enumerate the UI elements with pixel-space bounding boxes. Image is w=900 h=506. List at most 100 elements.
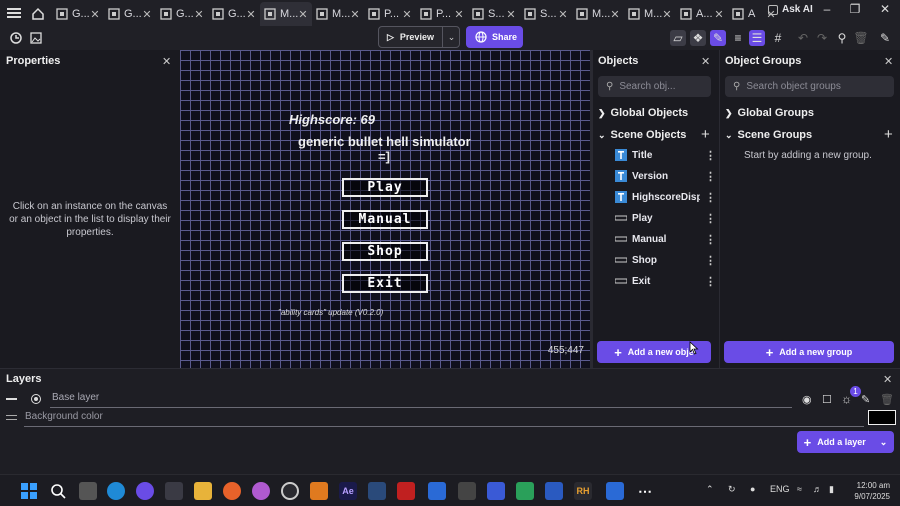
edit-pencil-icon[interactable]: ✎ — [710, 30, 726, 46]
epic-icon[interactable] — [458, 482, 476, 500]
editor-tab[interactable]: M... ✕ — [312, 2, 364, 26]
editor-tab[interactable]: P... ✕ — [416, 2, 468, 26]
scene-events-icon[interactable] — [8, 30, 24, 46]
share-button[interactable]: Share — [466, 26, 523, 48]
object-list-item[interactable]: HighscoreDisp... ⋮ — [615, 188, 716, 206]
object-list-item[interactable]: Version ⋮ — [615, 167, 716, 185]
rh-app-icon[interactable]: RH — [574, 482, 592, 500]
tray-mic-icon[interactable]: ● — [750, 484, 755, 494]
editor-tab[interactable]: S... ✕ — [520, 2, 572, 26]
close-tab-icon[interactable]: ✕ — [506, 8, 516, 21]
windows-start-icon[interactable] — [20, 482, 38, 500]
close-tab-icon[interactable]: ✕ — [558, 8, 568, 21]
close-tab-icon[interactable]: ✕ — [194, 8, 204, 21]
objects-search[interactable]: ⚲ — [598, 76, 711, 97]
edit-layer-icon[interactable]: ✎ — [861, 393, 870, 406]
tray-chevron-up-icon[interactable]: ⌃ — [706, 484, 714, 495]
more-options-icon[interactable]: ⋮ — [705, 233, 716, 246]
firefox-icon[interactable] — [223, 482, 241, 500]
object-list-item[interactable]: Title ⋮ — [615, 146, 716, 164]
close-tab-icon[interactable]: ✕ — [350, 8, 360, 21]
app-blue-icon[interactable] — [487, 482, 505, 500]
close-tab-icon[interactable]: ✕ — [662, 8, 672, 21]
groups-search[interactable]: ⚲ — [725, 76, 894, 97]
tray-sync-icon[interactable]: ↻ — [728, 484, 736, 495]
close-tab-icon[interactable]: ✕ — [610, 8, 620, 21]
global-objects-section[interactable]: ❯ Global Objects — [598, 107, 688, 119]
zoom-icon[interactable]: ⚲ — [834, 30, 850, 46]
more-apps-icon[interactable]: ⋯ — [636, 482, 654, 500]
gradient-app-icon[interactable] — [252, 482, 270, 500]
grid-icon[interactable]: # — [770, 30, 786, 46]
objects-search-input[interactable] — [619, 81, 711, 92]
global-groups-section[interactable]: ❯ Global Groups — [725, 107, 814, 119]
preview-options-dropdown[interactable]: ⌄ — [442, 26, 460, 48]
vscode-icon[interactable] — [428, 482, 446, 500]
object-list-item[interactable]: Exit ⋮ — [615, 272, 716, 290]
editor-tab[interactable]: S... ✕ — [468, 2, 520, 26]
list-icon[interactable]: ≡ — [730, 30, 746, 46]
editor-tab[interactable]: M... ✕ — [572, 2, 624, 26]
close-tab-icon[interactable]: ✕ — [454, 8, 464, 21]
minimize-window-icon[interactable]: – — [816, 2, 838, 16]
close-groups-icon[interactable]: ✕ — [884, 55, 893, 68]
editor-tab[interactable]: M... ✕ — [624, 2, 676, 26]
wifi-icon[interactable]: ≈ — [797, 484, 802, 494]
volume-icon[interactable]: ♬ — [813, 484, 822, 494]
ask-ai-button[interactable]: Ask AI — [768, 4, 813, 15]
scene-objects-section[interactable]: ⌄ Scene Objects — [598, 129, 686, 141]
grid-app-icon[interactable] — [516, 482, 534, 500]
groups-search-input[interactable] — [746, 81, 894, 92]
close-tab-icon[interactable]: ✕ — [142, 8, 152, 21]
settings-cube-icon[interactable]: ❖ — [690, 30, 706, 46]
clock[interactable]: 12:00 am 9/07/2025 — [850, 480, 890, 502]
more-options-icon[interactable]: ⋮ — [705, 275, 716, 288]
add-new-group-button[interactable]: + Add a new group — [724, 341, 894, 363]
object-list-item[interactable]: Play ⋮ — [615, 209, 716, 227]
home-icon[interactable] — [31, 7, 45, 21]
close-tab-icon[interactable]: ✕ — [246, 8, 256, 21]
eye-icon[interactable]: ◉ — [802, 393, 812, 406]
redo-icon[interactable]: ↷ — [814, 30, 830, 46]
restore-window-icon[interactable]: ❐ — [844, 2, 866, 16]
delete-layer-icon[interactable]: 🗑 — [880, 393, 894, 406]
close-tab-icon[interactable]: ✕ — [298, 8, 308, 21]
exit-game-button[interactable]: Exit — [342, 274, 428, 293]
more-options-icon[interactable]: ⋮ — [705, 212, 716, 225]
radio-selected-icon[interactable] — [31, 394, 41, 404]
language-indicator[interactable]: ENG — [770, 484, 790, 494]
shop-game-button[interactable]: Shop — [342, 242, 428, 261]
editor-tab[interactable]: G... ✕ — [104, 2, 156, 26]
edge-browser-icon[interactable] — [107, 482, 125, 500]
close-window-icon[interactable]: ✕ — [874, 2, 896, 16]
task-view-icon[interactable] — [79, 482, 97, 500]
word-icon[interactable] — [545, 482, 563, 500]
add-object-plus-icon[interactable]: + — [701, 126, 710, 143]
editor-tab[interactable]: G... ✕ — [52, 2, 104, 26]
delete-icon[interactable]: 🗑 — [853, 30, 869, 46]
gdevelop-icon[interactable] — [136, 482, 154, 500]
layer-row-base[interactable]: Base layer ◉ ☐ ☼ 1 ✎ 🗑 — [0, 386, 900, 408]
add-layer-button[interactable]: + Add a layer ⌄ — [797, 431, 894, 453]
base-layer-label[interactable]: Base layer — [52, 392, 99, 403]
background-color-swatch[interactable] — [868, 410, 896, 425]
objects-3d-icon[interactable]: ▱ — [670, 30, 686, 46]
layers-icon[interactable]: ☰ — [749, 30, 765, 46]
editor-tab[interactable]: G... ✕ — [156, 2, 208, 26]
remote-desktop-icon[interactable] — [606, 482, 624, 500]
object-list-item[interactable]: Shop ⋮ — [615, 251, 716, 269]
close-tab-icon[interactable]: ✕ — [402, 8, 412, 21]
lock-icon[interactable]: ☐ — [822, 393, 832, 406]
highscore-display[interactable]: Highscore: 69 — [289, 112, 375, 127]
editor-tab[interactable]: P... ✕ — [364, 2, 416, 26]
more-options-icon[interactable]: ⋮ — [705, 191, 716, 204]
file-explorer-icon[interactable] — [194, 482, 212, 500]
scene-image-icon[interactable] — [28, 30, 44, 46]
close-layers-icon[interactable]: ✕ — [883, 373, 892, 386]
edit-scene-icon[interactable]: ✎ — [877, 30, 893, 46]
scene-groups-section[interactable]: ⌄ Scene Groups — [725, 129, 812, 141]
after-effects-icon[interactable]: Ae — [339, 482, 357, 500]
more-options-icon[interactable]: ⋮ — [705, 254, 716, 267]
vpn-shield-icon[interactable] — [310, 482, 328, 500]
drag-handle-icon[interactable] — [6, 398, 17, 400]
